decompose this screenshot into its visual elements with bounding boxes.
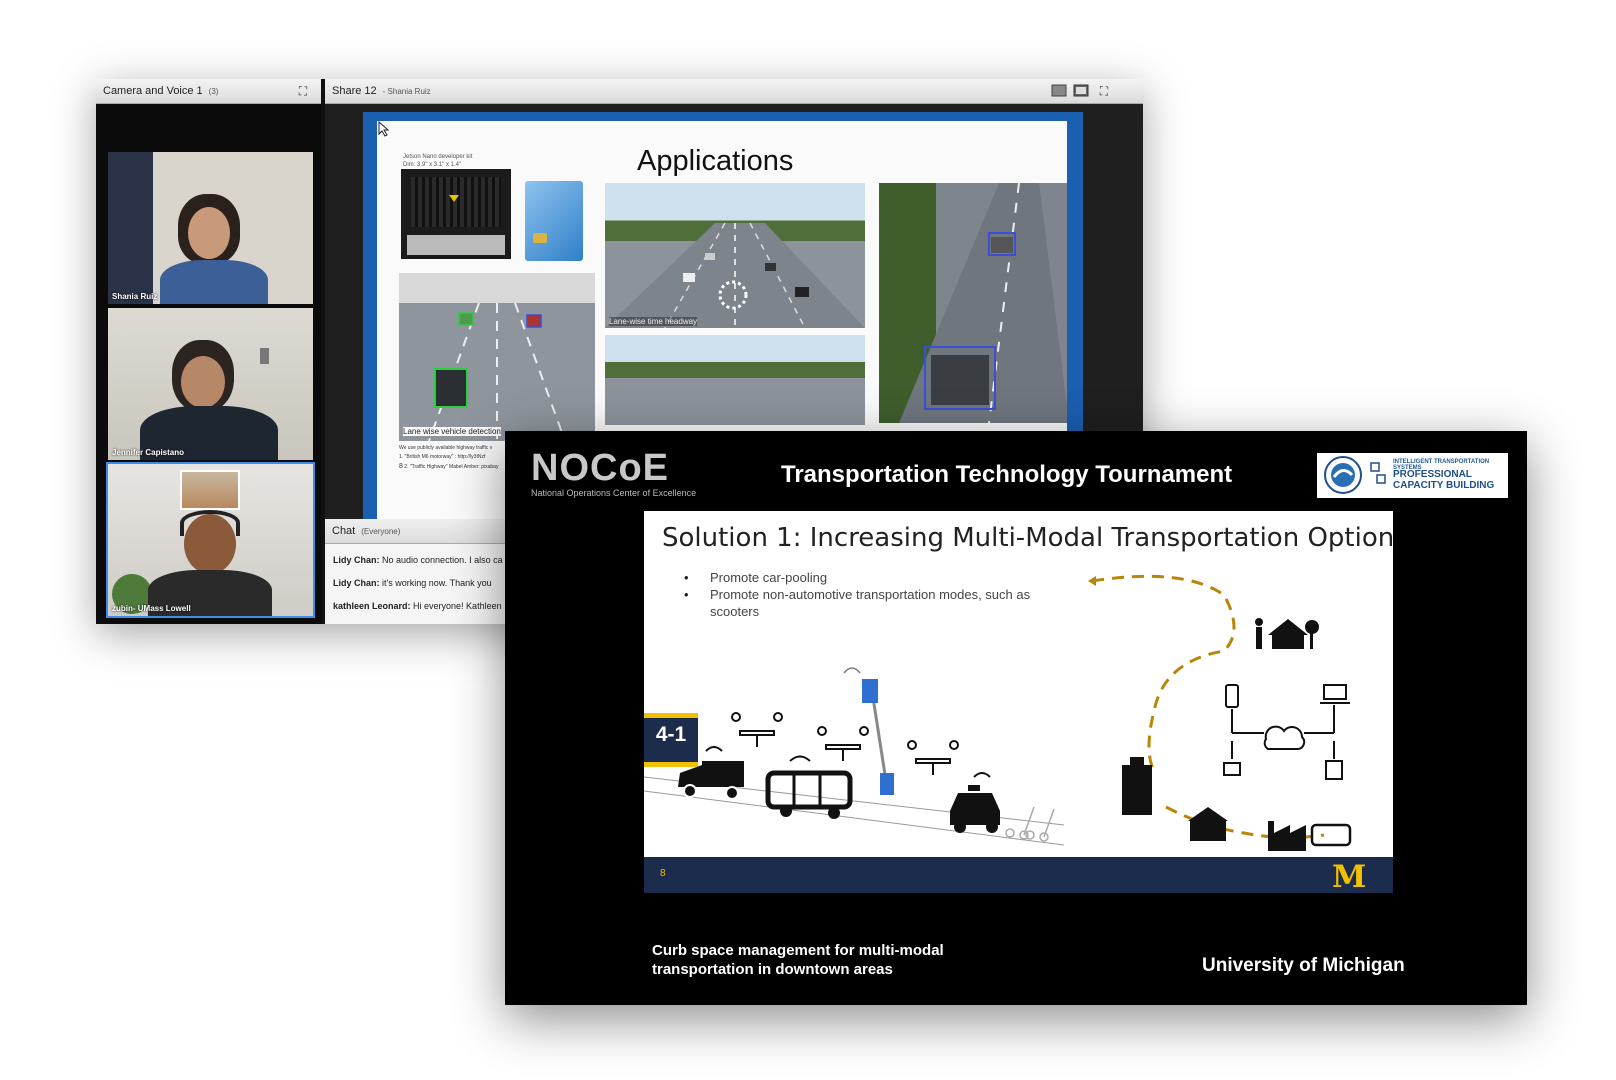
share-fullscreen-icon[interactable]: ⛶ bbox=[1097, 84, 1111, 98]
university-logo: M bbox=[1332, 859, 1367, 893]
office-building-icon bbox=[1122, 757, 1152, 815]
video-tile-2[interactable]: Jennifer Capistano bbox=[108, 308, 313, 460]
nocoe-logo: NOCoE National Operations Center of Exce… bbox=[531, 447, 697, 498]
camera-voice-pod: Camera and Voice 1 (3) ⛶ Shania Ruiz Jen… bbox=[96, 79, 321, 624]
participant-name: Jennifer Capistano bbox=[112, 448, 185, 457]
taxi-icon bbox=[950, 772, 1000, 833]
factory-icon bbox=[1268, 821, 1306, 851]
participant-count: (3) bbox=[208, 86, 219, 96]
highway-image-2 bbox=[605, 335, 865, 425]
detection-caption: Lane wise vehicle detection bbox=[403, 427, 501, 436]
chat-scope: (Everyone) bbox=[361, 526, 401, 536]
cursor-icon bbox=[377, 121, 391, 137]
scooter-icon bbox=[1005, 806, 1055, 842]
solution-slide: Solution 1: Increasing Multi-Modal Trans… bbox=[644, 511, 1393, 893]
pcb-title: PROFESSIONAL CAPACITY BUILDING bbox=[1393, 469, 1495, 491]
layout-fit-icon[interactable] bbox=[1073, 84, 1089, 98]
usdot-seal-icon bbox=[1324, 456, 1386, 494]
pcb-badge: INTELLIGENT TRANSPORTATION SYSTEMS PROFE… bbox=[1317, 453, 1508, 498]
headway-caption: Lane-wise time headway bbox=[609, 317, 698, 326]
participant-name: zubin- UMass Lowell bbox=[112, 604, 191, 613]
outdoor-dining-icon bbox=[731, 712, 959, 775]
highway-headway-image: Lane-wise time headway bbox=[605, 183, 865, 328]
school-icon bbox=[1188, 807, 1228, 841]
slide-caption: Curb space management for multi-modal tr… bbox=[652, 942, 944, 978]
slide-title: Applications bbox=[637, 145, 794, 177]
references: We use publicly available highway traffi… bbox=[399, 445, 499, 470]
share-pod-header: Share 12 - Shania Ruiz bbox=[325, 79, 1143, 104]
bus-icon bbox=[765, 755, 853, 819]
slide-footer: 8 M bbox=[644, 857, 1393, 893]
highway-tracking-image bbox=[879, 183, 1067, 423]
jetson-kit-image bbox=[401, 169, 511, 259]
credit-card-image bbox=[525, 181, 583, 261]
video-tile-1[interactable]: Shania Ruiz bbox=[108, 152, 313, 304]
layout-standard-icon[interactable] bbox=[1051, 84, 1067, 98]
chat-message: Lidy Chan: it's working now. Thank you bbox=[333, 578, 492, 588]
chat-message: kathleen Leonard: Hi everyone! Kathleen bbox=[333, 601, 502, 611]
curb-illustration bbox=[644, 574, 1352, 851]
chat-message: Lidy Chan: No audio connection. I also c… bbox=[333, 555, 503, 565]
truck-icon bbox=[678, 746, 744, 800]
presenter-name: - Shania Ruiz bbox=[382, 86, 431, 96]
participant-name: Shania Ruiz bbox=[112, 292, 158, 301]
video-tile-3[interactable]: zubin- UMass Lowell bbox=[106, 462, 315, 618]
lane-detection-image: Lane wise vehicle detection bbox=[399, 273, 595, 441]
camera-fullscreen-icon[interactable]: ⛶ bbox=[296, 84, 310, 98]
chat-title: Chat bbox=[332, 525, 356, 537]
cloud-network-icon bbox=[1223, 684, 1350, 780]
bus-small-icon bbox=[1310, 823, 1352, 847]
presentation-slide: NOCoE National Operations Center of Exce… bbox=[505, 431, 1527, 1005]
page-number: 8 bbox=[660, 868, 666, 879]
camera-pod-title: Camera and Voice 1 bbox=[103, 85, 203, 97]
kit-caption: Jetson Nano developer kit Dim: 3.9" x 3.… bbox=[403, 154, 473, 168]
camera-pod-header: Camera and Voice 1 (3) bbox=[96, 79, 321, 104]
home-icon bbox=[1255, 618, 1319, 649]
tournament-title: Transportation Technology Tournament bbox=[781, 461, 1233, 488]
university-name: University of Michigan bbox=[1202, 955, 1405, 976]
share-pod-title: Share 12 bbox=[332, 85, 377, 97]
